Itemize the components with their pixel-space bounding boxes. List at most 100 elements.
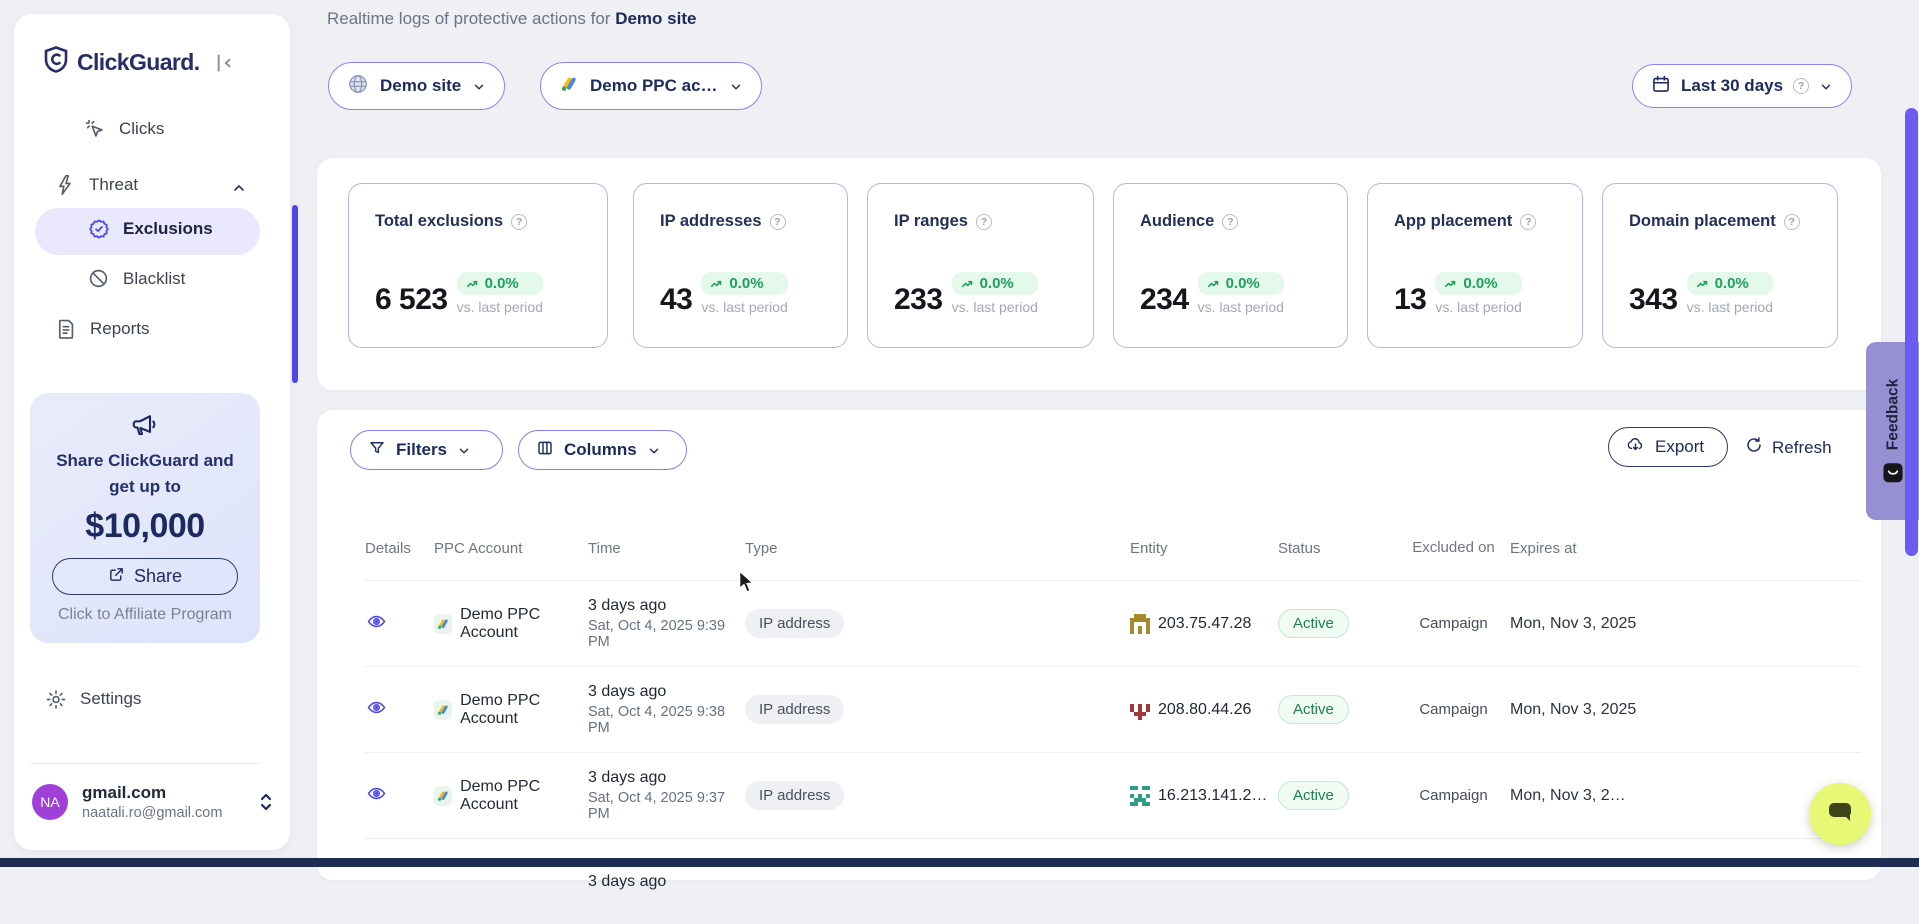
entity-cell: 16.213.141.2… [1130,786,1278,806]
column-header-type[interactable]: Type [745,540,1130,557]
column-header-time[interactable]: Time [588,540,745,557]
time-absolute: Sat, Oct 4, 2025 9:39 PM [588,618,745,650]
stat-card-ip-ranges: IP ranges?2330.0%vs. last period [867,183,1094,348]
type-cell: IP address [745,609,1130,638]
user-email: naatali.ro@gmail.com [82,805,222,821]
cursor-click-icon [84,118,106,140]
column-header-entity[interactable]: Entity [1130,540,1278,557]
stat-card-title: Total exclusions? [375,212,527,231]
table-row: Demo PPC Account3 days agoSat, Oct 4, 20… [365,666,1861,752]
status-badge: Active [1278,695,1349,724]
column-header-details[interactable]: Details [365,540,434,557]
help-icon: ? [1222,214,1238,230]
account-selector-dropdown[interactable]: Demo PPC ac… [540,62,762,110]
view-details-eye-icon[interactable] [367,784,386,803]
filters-dropdown[interactable]: Filters [350,430,503,470]
sidebar-item-threat[interactable]: Threat [54,174,138,196]
entity-value: 203.75.47.28 [1158,615,1251,633]
details-cell [365,784,434,808]
chevron-down-icon [1819,79,1833,93]
expand-updown-icon [258,792,274,812]
ppc-account-name: Demo PPC Account [460,778,588,814]
columns-icon [536,439,554,462]
status-cell: Active [1278,609,1397,638]
time-cell: 3 days agoSat, Oct 4, 2025 9:39 PM [588,597,745,650]
feedback-label: Feedback [1884,379,1902,451]
stat-card-change: 0.0%vs. last period [1198,272,1284,315]
globe-icon [347,73,369,100]
megaphone-icon [30,410,260,440]
trend-value: 0.0% [729,275,763,292]
stat-card-title: IP ranges? [894,212,992,231]
sidebar-item-settings[interactable]: Settings [45,688,141,710]
funnel-icon [368,439,386,462]
help-icon: ? [1520,214,1536,230]
site-selector-dropdown[interactable]: Demo site [328,62,505,110]
stat-card-caption: vs. last period [457,299,543,315]
lightning-icon [54,174,76,196]
status-cell: Active [1278,695,1397,724]
bottom-edge-bar [0,858,1919,867]
entity-value: 16.213.141.2… [1158,787,1267,805]
exclusions-table-panel: Filters Columns Export Refresh DetailsPP… [317,410,1881,880]
date-range-dropdown[interactable]: Last 30 days ? [1632,64,1852,108]
stat-card-change: 0.0%vs. last period [1435,272,1521,315]
entity-identicon [1130,614,1150,634]
sidebar-item-blacklist[interactable]: Blacklist [88,268,185,290]
export-button[interactable]: Export [1608,427,1728,467]
trend-up-icon [1444,277,1458,291]
stat-card-caption: vs. last period [1687,299,1773,315]
time-relative: 3 days ago [588,769,745,787]
expires-at-cell: Mon, Nov 3, 2… [1510,787,1861,805]
entity-identicon [1130,700,1150,720]
stat-card-change: 0.0% vs. last period [457,272,543,315]
stat-card-change: 0.0%vs. last period [701,272,787,315]
clickguard-shield-icon [44,46,68,78]
columns-dropdown[interactable]: Columns [518,430,687,470]
excluded-on-cell: Campaign [1397,787,1510,804]
column-header-ppc-account[interactable]: PPC Account [434,540,588,557]
status-cell: Active [1278,781,1397,810]
logo[interactable]: ClickGuard. [44,46,200,78]
column-header-excluded-on[interactable]: Excluded on [1397,539,1510,558]
sidebar-collapse-icon[interactable] [210,50,236,76]
trend-badge: 0.0% [1687,272,1773,295]
site-name: Demo site [615,9,696,28]
refresh-button[interactable]: Refresh [1745,436,1832,459]
trend-badge: 0.0% [457,272,543,295]
account-switcher[interactable]: NA gmail.com naatali.ro@gmail.com [32,783,274,821]
view-details-eye-icon[interactable] [367,612,386,631]
site-selector-value: Demo site [380,76,461,96]
chat-launcher-button[interactable] [1809,783,1871,845]
view-details-eye-icon[interactable] [367,698,386,717]
sidebar-item-label: Exclusions [123,219,213,239]
chevron-up-icon[interactable] [231,180,247,196]
column-header-status[interactable]: Status [1278,540,1397,557]
google-ads-icon [434,614,452,634]
type-badge: IP address [745,695,844,724]
time-absolute: Sat, Oct 4, 2025 9:38 PM [588,704,745,736]
stat-card-value: 13 [1394,285,1426,315]
page-scrollbar[interactable] [1905,108,1918,556]
stat-card-metrics: 13 0.0%vs. last period [1394,272,1522,315]
chevron-down-icon [647,443,661,457]
sidebar-item-label: Blacklist [123,269,185,289]
sidebar-item-label: Threat [89,175,138,195]
stat-card-metrics: 2340.0%vs. last period [1140,272,1284,315]
trend-up-icon [466,277,480,291]
share-button[interactable]: Share [52,558,238,595]
sidebar-divider [30,763,260,764]
sidebar-item-reports[interactable]: Reports [55,318,150,340]
type-cell: IP address [745,781,1130,810]
stat-card-caption: vs. last period [952,299,1038,315]
stat-card-metrics: 430.0%vs. last period [660,272,788,315]
stat-card-app-placement: App placement? 13 0.0%vs. last period [1367,183,1583,348]
sidebar-item-exclusions-content[interactable]: Exclusions [88,218,213,240]
calendar-icon [1651,74,1671,99]
column-header-expires-at[interactable]: Expires at [1510,540,1861,557]
stat-card-title: App placement? [1394,212,1536,231]
affiliate-caption[interactable]: Click to Affiliate Program [30,606,260,624]
sidebar-scrollbar[interactable] [292,205,298,383]
sidebar-item-clicks[interactable]: Clicks [84,118,164,140]
affiliate-promo-card: Share ClickGuard and get up to $10,000 S… [30,393,260,643]
